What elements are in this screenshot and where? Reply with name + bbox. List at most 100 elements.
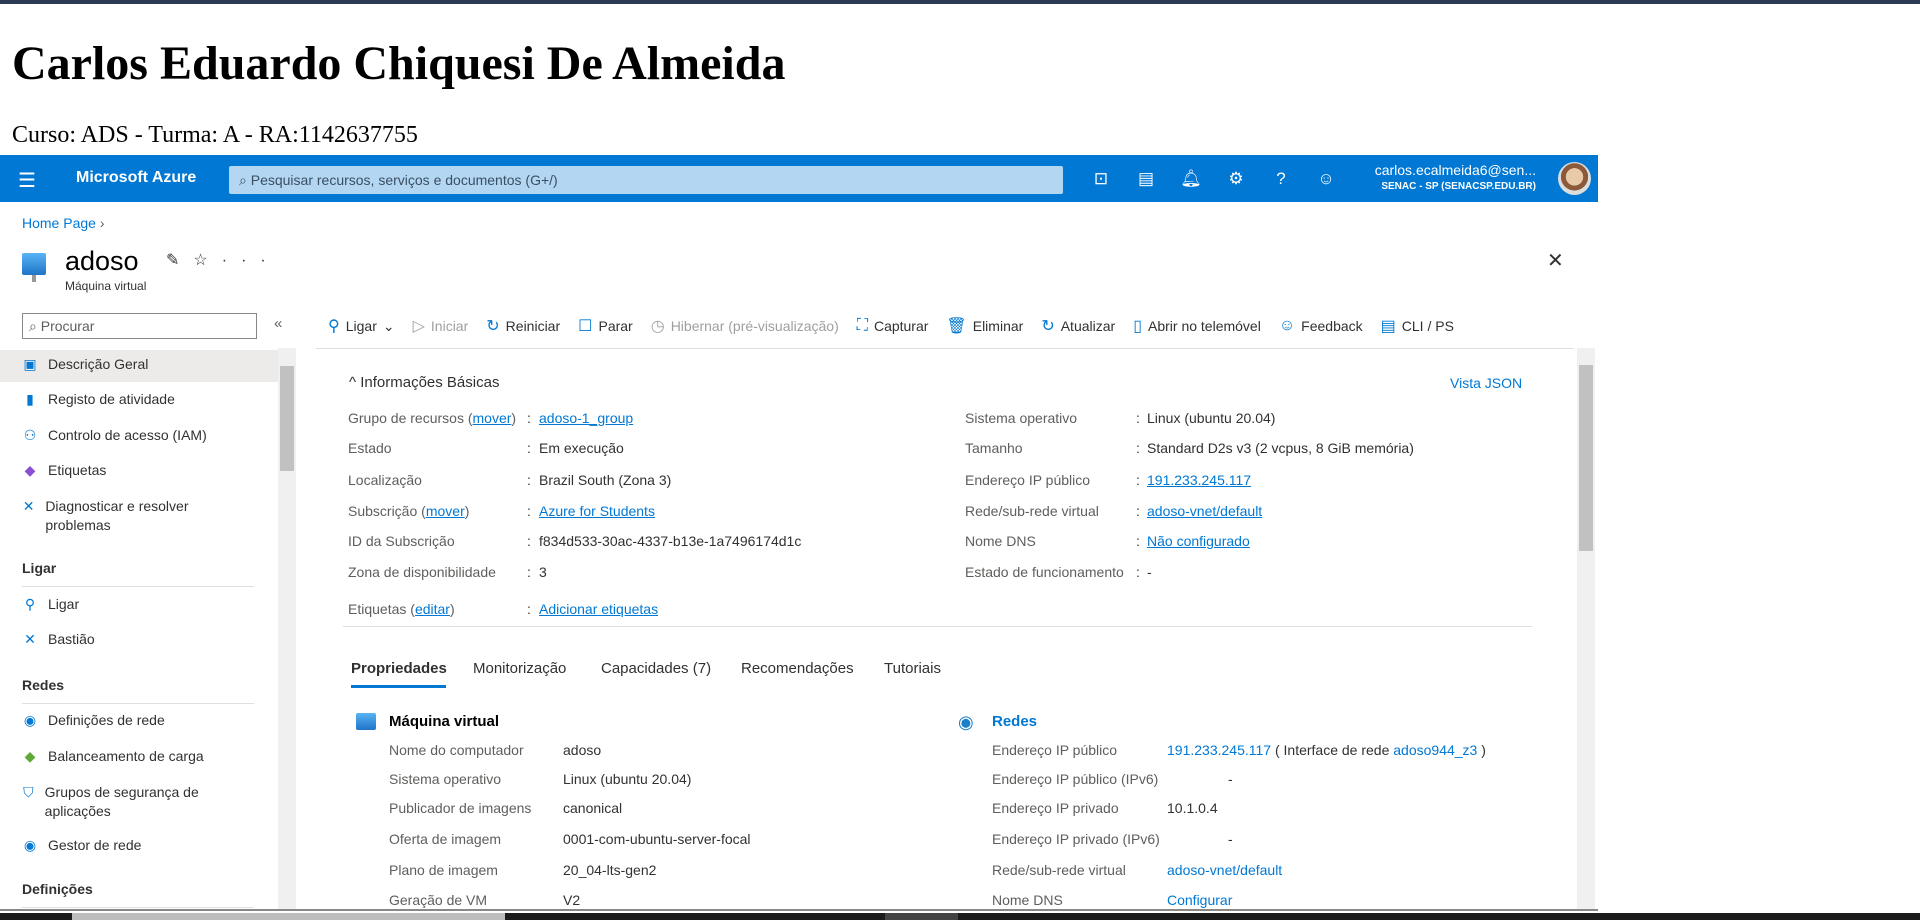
vm-section-title: Máquina virtual xyxy=(389,713,500,730)
sidebar-item-network-manager[interactable]: ◉ Gestor de rede xyxy=(22,837,142,854)
azure-top-bar: ☰ Microsoft Azure ⌕ Pesquisar recursos, … xyxy=(0,155,1598,202)
json-view-link[interactable]: Vista JSON xyxy=(1450,375,1522,391)
scrollbar-thumb[interactable] xyxy=(1579,365,1593,551)
monitor-icon: ▣ xyxy=(23,356,37,372)
essentials-value[interactable]: Azure for Students xyxy=(539,503,655,519)
sidebar-item-load-balancing[interactable]: ◆ Balanceamento de carga xyxy=(22,748,204,765)
brand-link[interactable]: Microsoft Azure xyxy=(76,169,196,187)
feedback-button[interactable]: ☺ Feedback xyxy=(1279,316,1363,336)
essentials-label: Estado xyxy=(348,440,392,456)
essentials-value[interactable]: adoso-1_group xyxy=(539,410,633,426)
notifications-bell-icon[interactable]: 🔔︎ xyxy=(1178,166,1204,192)
account-menu[interactable]: carlos.ecalmeida6@sen... SENAC - SP (SEN… xyxy=(1375,162,1536,192)
label: Ligar xyxy=(345,318,377,334)
property-value-text[interactable]: adoso-vnet/default xyxy=(1167,862,1282,878)
connect-button[interactable]: ⚲ Ligar ⌄ xyxy=(328,316,395,336)
horizontal-scrollbar[interactable] xyxy=(0,909,1598,911)
inline-action-link[interactable]: mover xyxy=(426,503,465,519)
tab-tutorials[interactable]: Tutoriais xyxy=(884,660,941,677)
label: Controlo de acesso (IAM) xyxy=(48,427,207,443)
settings-gear-icon[interactable]: ⚙ xyxy=(1223,166,1249,192)
directory-filter-icon[interactable]: ▤ xyxy=(1133,166,1159,192)
search-icon: ⌕ xyxy=(239,172,247,188)
favorite-star-icon[interactable]: ☆ xyxy=(193,252,221,269)
sidebar-item-asg[interactable]: ⛉ Grupos de segurança de aplicações xyxy=(22,783,222,821)
inline-action-link[interactable]: editar xyxy=(415,601,450,617)
hibernate-button[interactable]: ◷ Hibernar (pré-visualização) xyxy=(651,316,839,336)
global-search-input[interactable]: ⌕ Pesquisar recursos, serviços e documen… xyxy=(229,166,1063,194)
property-value-text[interactable]: Configurar xyxy=(1167,892,1232,908)
essentials-value[interactable]: Não configurado xyxy=(1147,533,1250,549)
sidebar-item-bastion[interactable]: ✕ Bastião xyxy=(22,631,95,648)
property-label: Endereço IP privado (IPv6) xyxy=(992,831,1160,847)
essentials-colon: : xyxy=(527,410,531,426)
sidebar-item-overview[interactable]: ▣ Descrição Geral xyxy=(22,356,148,373)
scrollbar-thumb[interactable] xyxy=(280,366,294,471)
sidebar-search-placeholder: Procurar xyxy=(40,318,95,334)
label: Registo de atividade xyxy=(48,391,175,407)
capture-button[interactable]: ⛶ Capturar xyxy=(857,316,929,336)
network-globe-icon: ◉ xyxy=(23,712,37,728)
cloud-shell-icon[interactable]: ⊡ xyxy=(1088,166,1114,192)
refresh-button[interactable]: ↻ Atualizar xyxy=(1041,316,1115,336)
sidebar-search-input[interactable]: ⌕ Procurar xyxy=(22,313,257,339)
inline-action-link[interactable]: mover xyxy=(473,410,512,426)
feedback-icon: ☺ xyxy=(1278,317,1296,334)
tab-recommendations[interactable]: Recomendações xyxy=(741,660,854,677)
main-scrollbar[interactable] xyxy=(1577,348,1595,909)
close-icon[interactable]: ✕ xyxy=(1547,248,1564,273)
essentials-label: Etiquetas (editar) xyxy=(348,601,455,617)
essentials-label: Tamanho xyxy=(965,440,1023,456)
property-label: Endereço IP privado xyxy=(992,800,1119,816)
menu-icon[interactable]: ☰ xyxy=(18,168,36,193)
taskbar-segment xyxy=(72,913,505,920)
tab-monitoring[interactable]: Monitorização xyxy=(473,660,566,677)
property-value: adoso-vnet/default xyxy=(1167,862,1282,878)
stop-button[interactable]: ☐ Parar xyxy=(578,316,633,336)
label: Bastião xyxy=(48,631,95,647)
label: Parar xyxy=(598,318,633,334)
sidebar-item-tags[interactable]: ◆ Etiquetas xyxy=(22,462,107,479)
property-value: - xyxy=(1228,831,1233,847)
user-email: carlos.ecalmeida6@sen... xyxy=(1374,162,1536,178)
property-value: 191.233.245.117 ( Interface de rede ados… xyxy=(1167,742,1486,758)
open-mobile-button[interactable]: ▯ Abrir no telemóvel xyxy=(1133,316,1261,336)
tab-capabilities[interactable]: Capacidades (7) xyxy=(601,660,711,677)
start-button[interactable]: ▷ Iniciar xyxy=(413,316,469,336)
sidebar-item-network-settings[interactable]: ◉ Definições de rede xyxy=(22,712,165,729)
sidebar-item-diagnose[interactable]: ✕ Diagnosticar e resolver problemas xyxy=(22,497,222,535)
label: Grupos de segurança de aplicações xyxy=(44,784,199,819)
sidebar-item-connect[interactable]: ⚲ Ligar xyxy=(22,596,79,613)
nic-link[interactable]: adoso944_z3 xyxy=(1393,742,1477,758)
delete-button[interactable]: 🗑︎ Eliminar xyxy=(946,316,1023,336)
essentials-value[interactable]: Adicionar etiquetas xyxy=(539,601,658,617)
property-value: canonical xyxy=(563,800,623,816)
essentials-label: Endereço IP público xyxy=(965,472,1091,488)
help-icon[interactable]: ? xyxy=(1268,166,1294,192)
people-icon: ⚇ xyxy=(23,427,37,443)
essentials-value[interactable]: 191.233.245.117 xyxy=(1147,472,1251,488)
essentials-toggle[interactable]: ^ Informações Básicas xyxy=(349,374,499,391)
nic-prefix: ( Interface de rede xyxy=(1274,742,1394,758)
user-org: SENAC - SP (SENACSP.EDU.BR) xyxy=(1381,181,1536,192)
sidebar-item-activity-log[interactable]: ▮ Registo de atividade xyxy=(22,391,175,408)
chevron-right-icon: › xyxy=(99,215,105,231)
property-value: 20_04-lts-gen2 xyxy=(563,862,657,878)
restart-button[interactable]: ↻ Reiniciar xyxy=(486,316,560,336)
property-value-text[interactable]: 191.233.245.117 xyxy=(1167,742,1271,758)
sidebar-item-iam[interactable]: ⚇ Controlo de acesso (IAM) xyxy=(22,427,207,444)
network-globe-icon: ◉ xyxy=(23,837,37,853)
taskbar xyxy=(0,913,1920,920)
property-label: Geração de VM xyxy=(389,892,488,908)
collapse-sidebar-icon[interactable]: « xyxy=(274,315,282,332)
sidebar-scrollbar[interactable] xyxy=(278,348,296,909)
bastion-icon: ✕ xyxy=(24,631,36,647)
breadcrumb-home[interactable]: Home Page xyxy=(22,215,96,231)
essentials-value[interactable]: adoso-vnet/default xyxy=(1147,503,1262,519)
avatar[interactable] xyxy=(1558,162,1591,195)
tab-properties[interactable]: Propriedades xyxy=(351,660,447,677)
feedback-icon[interactable]: ☺ xyxy=(1313,166,1339,192)
cli-ps-button[interactable]: ▤ CLI / PS xyxy=(1381,316,1454,336)
more-options-icon[interactable]: ··· xyxy=(222,252,280,269)
pin-icon[interactable]: ✎ xyxy=(166,252,193,269)
